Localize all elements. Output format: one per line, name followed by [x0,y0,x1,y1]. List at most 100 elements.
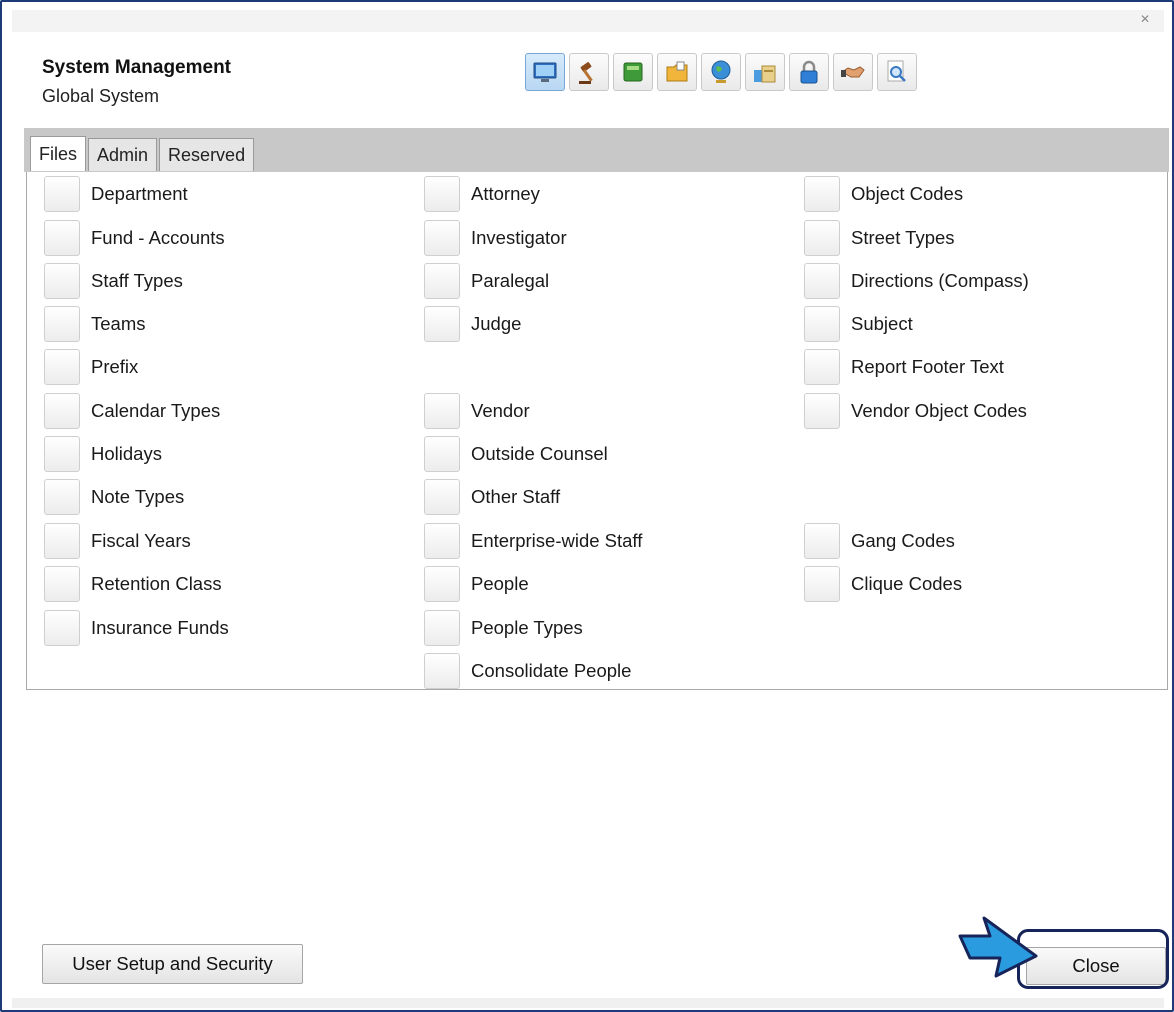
item-button[interactable] [424,176,460,212]
item-button[interactable] [44,349,80,385]
item-label: Staff Types [91,270,183,291]
toolbar-button-gavel[interactable] [569,53,609,91]
file-item-vendor-object-codes[interactable]: Vendor Object Codes [804,393,1027,429]
file-item-object-codes[interactable]: Object Codes [804,176,963,212]
file-item-retention-class[interactable]: Retention Class [44,566,222,602]
item-label: Attorney [471,183,540,204]
user-setup-security-button[interactable]: User Setup and Security [42,944,303,984]
dialog-window: ✕ System Management Global System Files … [0,0,1174,1012]
item-button[interactable] [44,479,80,515]
item-button[interactable] [804,349,840,385]
tab-files[interactable]: Files [30,136,87,171]
item-label: People Types [471,617,583,638]
item-button[interactable] [804,566,840,602]
file-item-clique-codes[interactable]: Clique Codes [804,566,962,602]
item-button[interactable] [424,610,460,646]
file-item-holidays[interactable]: Holidays [44,436,162,472]
tab-admin[interactable]: Admin [88,138,158,171]
item-button[interactable] [44,393,80,429]
file-item-subject[interactable]: Subject [804,306,913,342]
file-item-street-types[interactable]: Street Types [804,220,955,256]
toolbar [525,53,917,91]
toolbar-button-globe[interactable] [701,53,741,91]
item-label: Paralegal [471,270,550,291]
file-item-directions-compass[interactable]: Directions (Compass) [804,263,1029,299]
file-item-teams[interactable]: Teams [44,306,146,342]
item-button[interactable] [424,263,460,299]
file-item-department[interactable]: Department [44,176,188,212]
item-label: Report Footer Text [851,356,1004,377]
file-item-other-staff[interactable]: Other Staff [424,479,560,515]
item-label: Retention Class [91,573,222,594]
toolbar-button-documents[interactable] [745,53,785,91]
item-button[interactable] [424,306,460,342]
item-button[interactable] [44,306,80,342]
file-item-prefix[interactable]: Prefix [44,349,138,385]
item-button[interactable] [804,263,840,299]
file-item-investigator[interactable]: Investigator [424,220,567,256]
item-label: Street Types [851,227,955,248]
item-button[interactable] [44,566,80,602]
item-label: Vendor [471,400,530,421]
file-item-consolidate-people[interactable]: Consolidate People [424,653,631,689]
pointer-arrow-icon [958,916,1038,978]
tab-reserved[interactable]: Reserved [159,138,255,171]
item-label: Holidays [91,443,162,464]
file-item-note-types[interactable]: Note Types [44,479,184,515]
item-button[interactable] [44,436,80,472]
item-label: Clique Codes [851,573,963,594]
item-button[interactable] [804,306,840,342]
item-button[interactable] [424,653,460,689]
toolbar-button-folder[interactable] [657,53,697,91]
item-button[interactable] [804,176,840,212]
item-button[interactable] [424,220,460,256]
file-item-calendar-types[interactable]: Calendar Types [44,393,220,429]
file-item-fund-accounts[interactable]: Fund - Accounts [44,220,225,256]
item-label: Other Staff [471,486,561,507]
file-item-people-types[interactable]: People Types [424,610,583,646]
toolbar-button-book[interactable] [613,53,653,91]
item-label: Enterprise-wide Staff [471,530,643,551]
item-label: Gang Codes [851,530,955,551]
item-button[interactable] [44,610,80,646]
item-label: Fiscal Years [91,530,191,551]
page-title: System Management [42,57,232,78]
item-button[interactable] [44,220,80,256]
file-item-judge[interactable]: Judge [424,306,521,342]
file-item-vendor[interactable]: Vendor [424,393,530,429]
item-button[interactable] [804,523,840,559]
item-button[interactable] [44,263,80,299]
toolbar-button-magnifier[interactable] [877,53,917,91]
lock-icon [800,60,818,84]
item-button[interactable] [44,176,80,212]
toolbar-button-lock[interactable] [789,53,829,91]
item-button[interactable] [804,220,840,256]
file-item-report-footer-text[interactable]: Report Footer Text [804,349,1004,385]
footer-strip [12,998,1164,1008]
file-item-people[interactable]: People [424,566,529,602]
toolbar-button-handshake[interactable] [833,53,873,91]
item-label: Calendar Types [91,400,221,421]
handshake-icon [841,66,865,78]
file-item-outside-counsel[interactable]: Outside Counsel [424,436,608,472]
monitor-icon [533,62,557,82]
documents-icon [754,65,776,83]
file-item-staff-types[interactable]: Staff Types [44,263,183,299]
item-button[interactable] [424,566,460,602]
item-button[interactable] [44,523,80,559]
item-label: Investigator [471,227,567,248]
item-button[interactable] [804,393,840,429]
close-icon[interactable]: ✕ [1138,12,1152,26]
file-item-attorney[interactable]: Attorney [424,176,540,212]
file-item-gang-codes[interactable]: Gang Codes [804,523,955,559]
file-item-insurance-funds[interactable]: Insurance Funds [44,610,229,646]
file-item-paralegal[interactable]: Paralegal [424,263,549,299]
item-label: Judge [471,313,522,334]
item-button[interactable] [424,393,460,429]
file-item-enterprise-wide-staff[interactable]: Enterprise-wide Staff [424,523,642,559]
item-button[interactable] [424,436,460,472]
item-button[interactable] [424,479,460,515]
item-button[interactable] [424,523,460,559]
toolbar-button-monitor[interactable] [525,53,565,91]
file-item-fiscal-years[interactable]: Fiscal Years [44,523,191,559]
